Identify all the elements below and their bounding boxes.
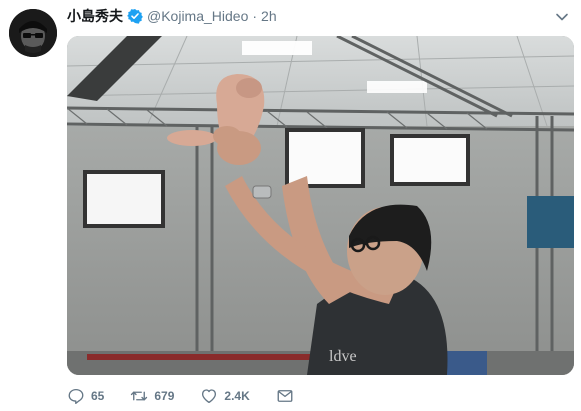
reply-count: 65 [91,389,105,403]
timestamp[interactable]: 2h [261,8,277,24]
chevron-down-icon[interactable] [555,10,569,24]
envelope-icon [277,390,293,402]
avatar[interactable] [9,9,57,57]
tweet-card[interactable]: 小島秀夫 @Kojima_Hideo · 2h ldve 65 679 2.4K [0,0,581,411]
tweet-photo[interactable]: ldve [67,36,574,375]
photo-scene: ldve [67,36,574,375]
verified-badge-icon [127,9,143,24]
reply-icon [68,388,84,405]
like-count: 2.4K [224,389,250,403]
reply-button[interactable]: 65 [67,387,104,405]
tweet-header: 小島秀夫 @Kojima_Hideo · 2h [67,6,277,26]
retweet-icon [131,391,148,401]
direct-message-button[interactable] [276,387,294,405]
tweet-actions: 65 679 2.4K [67,384,320,408]
avatar-image [9,9,57,57]
shirt-print: ldve [329,348,357,365]
display-name[interactable]: 小島秀夫 [67,6,123,26]
user-handle[interactable]: @Kojima_Hideo [147,8,248,24]
heart-icon [202,389,217,404]
separator-dot: · [252,8,258,24]
retweet-button[interactable]: 679 [130,387,174,405]
like-button[interactable]: 2.4K [200,387,250,405]
retweet-count: 679 [154,389,175,403]
